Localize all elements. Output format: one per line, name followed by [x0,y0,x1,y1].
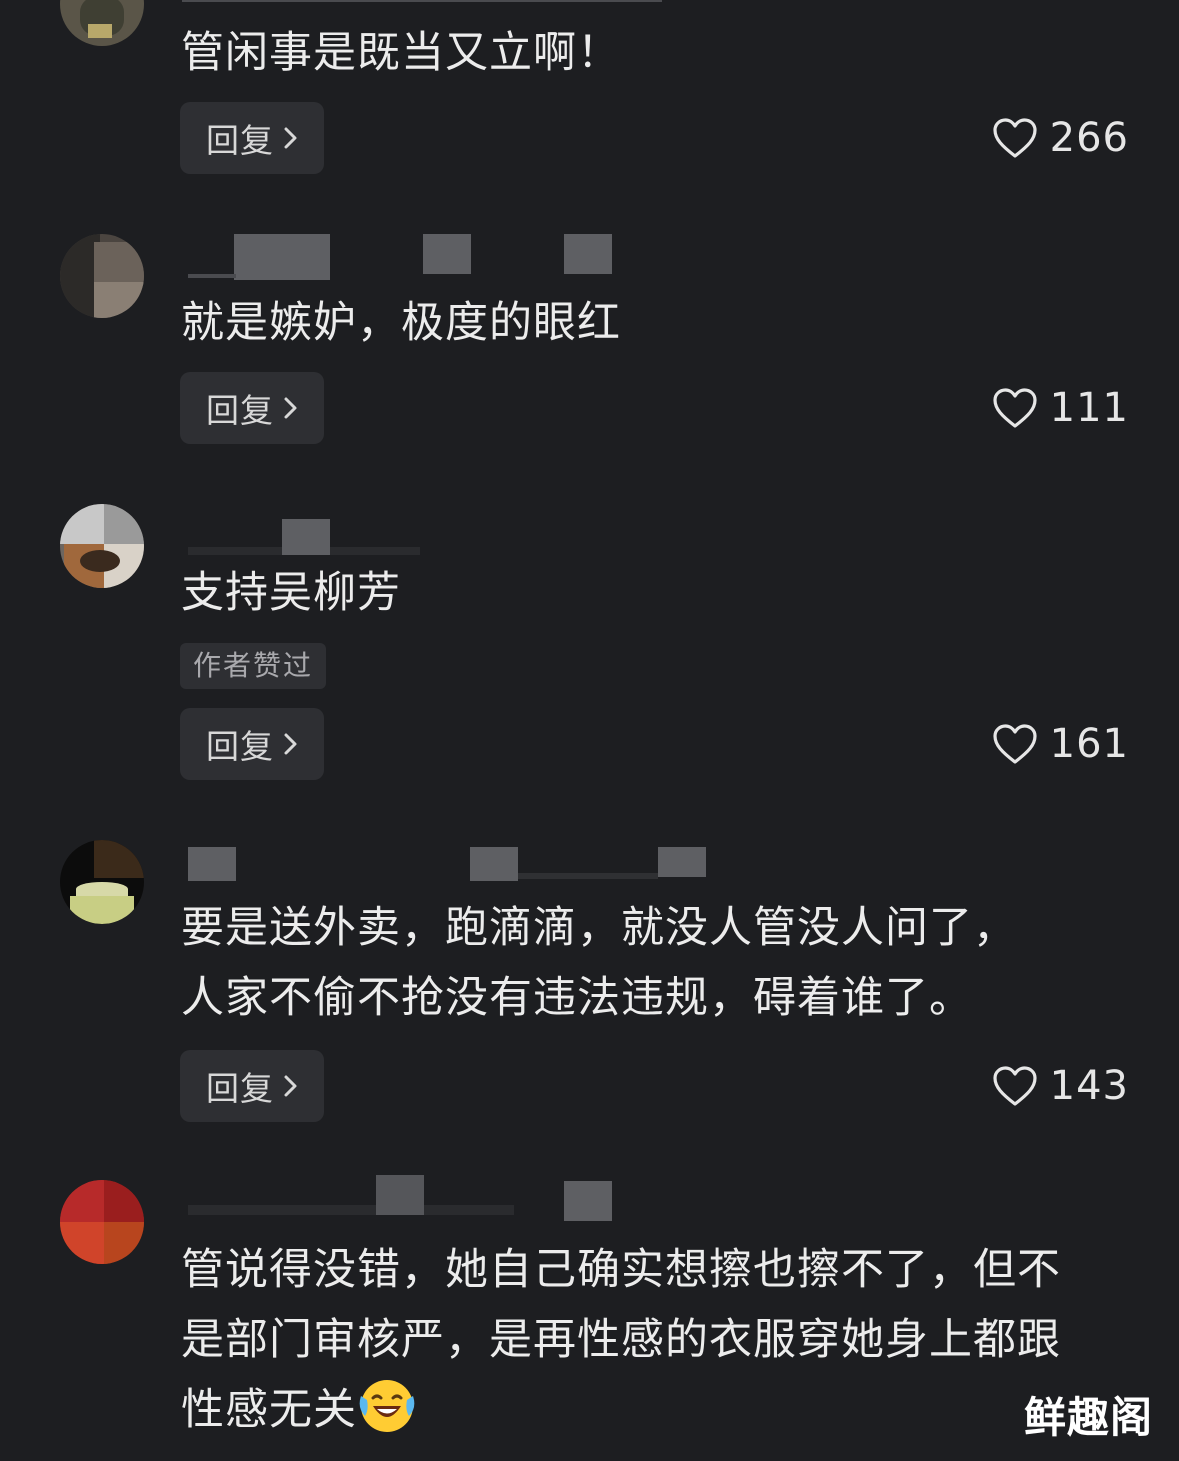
username-redacted [188,1175,618,1221]
avatar[interactable] [60,840,144,924]
heart-icon [993,724,1037,764]
comment-text: 管说得没错，她自己确实想擦也擦不了，但不 是部门审核严，是再性感的衣服穿她身上都… [181,1235,1141,1445]
comment-text-body: 管说得没错，她自己确实想擦也擦不了，但不 是部门审核严，是再性感的衣服穿她身上都… [181,1245,1061,1435]
reply-button[interactable]: 回复 [180,102,324,174]
watermark: 鲜趣阁 [1023,1393,1153,1442]
comment-text: 支持吴柳芳 [181,568,401,618]
reply-label: 回复 [206,1069,274,1108]
reply-button[interactable]: 回复 [180,708,324,780]
like-count: 143 [1049,1063,1129,1109]
comment-text: 管闲事是既当又立啊！ [181,28,621,78]
reply-label: 回复 [206,391,274,430]
laughing-emoji-icon [359,1380,415,1432]
like-button[interactable]: 111 [992,372,1129,444]
like-button[interactable]: 143 [992,1050,1129,1122]
comment-text: 要是送外卖，跑滴滴，就没人管没人问了， 人家不偷不抢没有违法违规，碍着谁了。 [181,903,1017,1023]
chevron-right-icon [284,397,297,419]
reply-button[interactable]: 回复 [180,1050,324,1122]
reply-label: 回复 [206,727,274,766]
avatar[interactable] [60,0,144,46]
like-button[interactable]: 266 [992,102,1129,174]
avatar[interactable] [60,1180,144,1264]
like-count: 111 [1049,385,1129,431]
chevron-right-icon [284,1075,297,1097]
comment-text: 就是嫉妒，极度的眼红 [181,298,621,348]
avatar[interactable] [60,234,144,318]
heart-icon [993,388,1037,428]
heart-icon [993,1066,1037,1106]
like-count: 266 [1049,115,1129,161]
avatar[interactable] [60,504,144,588]
username-redacted [188,845,708,891]
heart-icon [993,118,1037,158]
chevron-right-icon [284,733,297,755]
reply-button[interactable]: 回复 [180,372,324,444]
username-redacted [188,234,618,280]
username-redacted [182,0,662,16]
like-button[interactable]: 161 [992,708,1129,780]
username-redacted [188,517,428,563]
chevron-right-icon [284,127,297,149]
author-liked-badge: 作者赞过 [180,643,327,689]
reply-label: 回复 [206,121,274,160]
like-count: 161 [1049,721,1129,767]
